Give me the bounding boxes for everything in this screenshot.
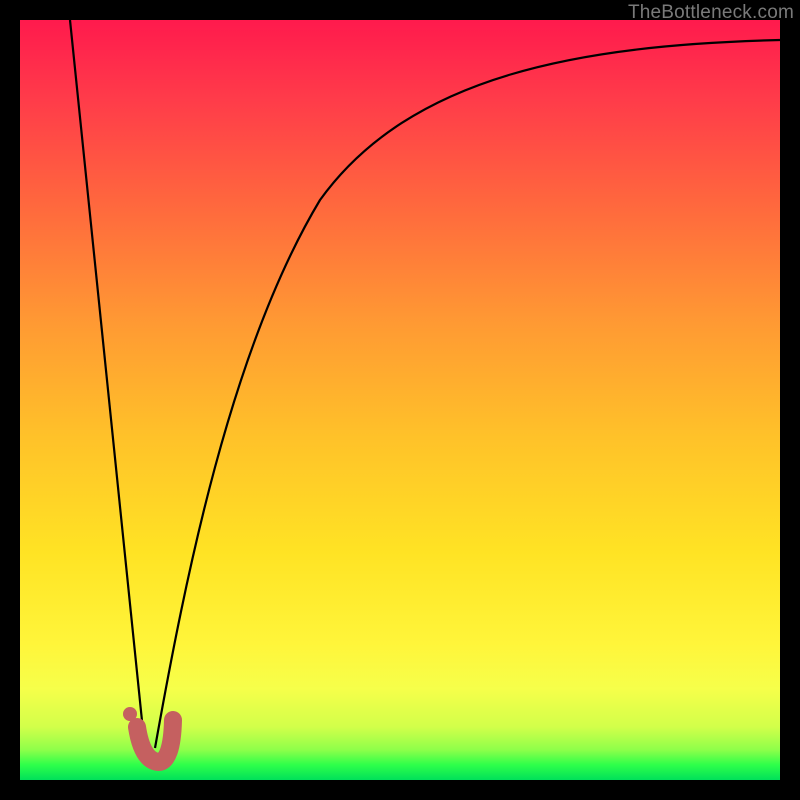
watermark-text: TheBottleneck.com bbox=[628, 2, 794, 24]
curve-layer bbox=[20, 20, 780, 780]
curve-left-limb bbox=[70, 20, 145, 750]
curve-right-limb bbox=[155, 40, 780, 748]
marker-j-tail bbox=[137, 720, 173, 762]
plot-area bbox=[20, 20, 780, 780]
chart-frame: TheBottleneck.com bbox=[0, 0, 800, 800]
marker-dot bbox=[123, 707, 137, 721]
